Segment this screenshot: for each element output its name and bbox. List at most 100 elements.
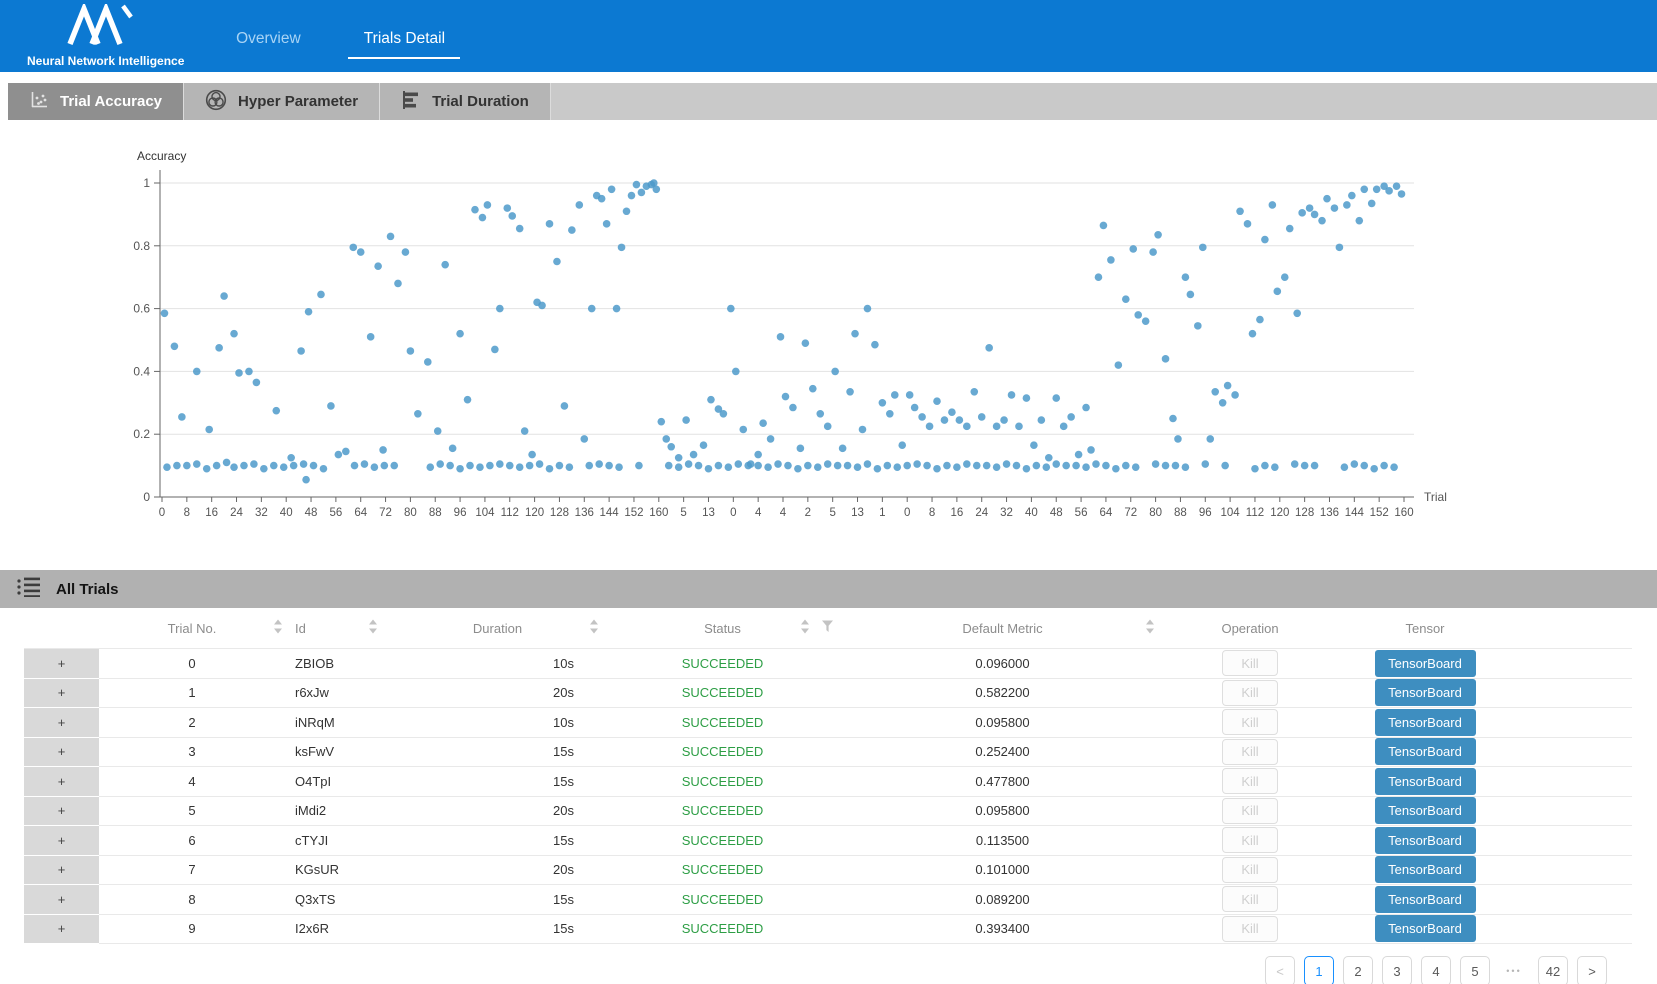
- page-button-3[interactable]: 3: [1382, 956, 1412, 984]
- expand-row-button[interactable]: +: [24, 679, 99, 709]
- scatter-point: [402, 248, 410, 256]
- page-button-1[interactable]: 1: [1304, 956, 1334, 984]
- page-button-4[interactable]: 4: [1421, 956, 1451, 984]
- filler-cell: [1510, 826, 1632, 856]
- status-cell: SUCCEEDED: [600, 797, 845, 827]
- scatter-point: [623, 207, 631, 215]
- x-tick-label: 160: [1394, 507, 1413, 519]
- expand-row-button[interactable]: +: [24, 797, 99, 827]
- sort-icon[interactable]: [801, 620, 809, 637]
- expand-row-button[interactable]: +: [24, 708, 99, 738]
- expand-row-button[interactable]: +: [24, 738, 99, 768]
- expand-row-button[interactable]: +: [24, 767, 99, 797]
- tensorboard-button[interactable]: TensorBoard: [1375, 650, 1476, 677]
- scatter-point: [305, 308, 313, 316]
- tensorboard-button[interactable]: TensorBoard: [1375, 856, 1476, 883]
- expand-row-button[interactable]: +: [24, 915, 99, 945]
- scatter-point: [618, 244, 626, 252]
- tensorboard-button[interactable]: TensorBoard: [1375, 679, 1476, 706]
- col-label: Status: [704, 621, 741, 636]
- duration-cell: 15s: [395, 767, 600, 797]
- scatter-point: [335, 451, 343, 459]
- col-duration[interactable]: Duration: [395, 621, 600, 636]
- sort-icon[interactable]: [1146, 620, 1154, 637]
- scatter-point: [926, 423, 934, 431]
- tensorboard-button[interactable]: TensorBoard: [1375, 768, 1476, 795]
- filler-cell: [1510, 885, 1632, 915]
- x-tick-label: 64: [1100, 507, 1113, 519]
- table-row: +9I2x6R15sSUCCEEDED0.393400KillTensorBoa…: [24, 915, 1632, 945]
- pagination-ellipsis[interactable]: •••: [1499, 956, 1529, 984]
- tensorboard-button[interactable]: TensorBoard: [1375, 915, 1476, 942]
- page-button-2[interactable]: 2: [1343, 956, 1373, 984]
- accuracy-scatter-chart[interactable]: Accuracy00.20.40.60.81081624324048566472…: [0, 140, 1657, 520]
- col-id[interactable]: Id: [285, 621, 395, 636]
- filler-cell: [1510, 679, 1632, 709]
- col-label: Default Metric: [962, 621, 1042, 636]
- scatter-point: [727, 305, 735, 313]
- scatter-point: [759, 419, 767, 427]
- brand-text: Neural Network Intelligence: [27, 54, 184, 68]
- page-button-5[interactable]: 5: [1460, 956, 1490, 984]
- x-tick-label: 96: [454, 507, 467, 519]
- col-trial-no[interactable]: Trial No.: [99, 621, 285, 636]
- col-default-metric[interactable]: Default Metric: [845, 621, 1160, 636]
- scatter-point: [1286, 225, 1294, 233]
- scatter-point: [205, 426, 213, 434]
- all-trials-title: All Trials: [56, 581, 119, 598]
- scatter-point: [215, 344, 223, 352]
- scatter-point: [941, 416, 949, 424]
- page-button-42[interactable]: 42: [1538, 956, 1568, 984]
- scatter-point: [1000, 416, 1008, 424]
- col-status[interactable]: Status: [600, 621, 845, 636]
- tensorboard-button[interactable]: TensorBoard: [1375, 886, 1476, 913]
- expand-row-button[interactable]: +: [24, 826, 99, 856]
- col-label: Operation: [1221, 621, 1278, 636]
- tab-trial-duration[interactable]: Trial Duration: [380, 83, 551, 120]
- tensorboard-button[interactable]: TensorBoard: [1375, 797, 1476, 824]
- x-tick-label: 32: [1000, 507, 1013, 519]
- next-page-button[interactable]: >: [1577, 956, 1607, 984]
- scatter-point: [1182, 273, 1190, 281]
- tensorboard-button[interactable]: TensorBoard: [1375, 827, 1476, 854]
- scatter-point: [327, 402, 335, 410]
- metric-cell: 0.252400: [845, 738, 1160, 768]
- sort-icon[interactable]: [590, 620, 598, 637]
- scatter-point: [426, 463, 434, 471]
- x-tick-label: 144: [600, 507, 620, 519]
- scatter-point: [993, 423, 1001, 431]
- tab-overview[interactable]: Overview: [212, 30, 324, 59]
- scatter-point: [633, 181, 641, 189]
- expand-row-button[interactable]: +: [24, 856, 99, 886]
- expand-row-button[interactable]: +: [24, 649, 99, 679]
- sort-icon[interactable]: [369, 620, 377, 637]
- tensorboard-button[interactable]: TensorBoard: [1375, 738, 1476, 765]
- scatter-point: [1082, 404, 1090, 412]
- trial-id-cell: ksFwV: [285, 738, 395, 768]
- expand-row-button[interactable]: +: [24, 885, 99, 915]
- x-tick-label: 0: [730, 507, 736, 519]
- scatter-point: [223, 459, 231, 467]
- scatter-point: [387, 233, 395, 241]
- venn-circles-icon: [205, 89, 227, 115]
- filter-icon[interactable]: [822, 621, 833, 636]
- status-cell: SUCCEEDED: [600, 885, 845, 915]
- scatter-point: [891, 391, 899, 399]
- sort-icon[interactable]: [274, 620, 282, 637]
- tab-hyper-parameter[interactable]: Hyper Parameter: [184, 83, 380, 120]
- scatter-point: [479, 214, 487, 222]
- tensor-cell: TensorBoard: [1340, 649, 1510, 679]
- table-row: +8Q3xTS15sSUCCEEDED0.089200KillTensorBoa…: [24, 885, 1632, 915]
- tensorboard-button[interactable]: TensorBoard: [1375, 709, 1476, 736]
- x-tick-label: 13: [702, 507, 715, 519]
- scatter-point: [690, 451, 698, 459]
- tab-trial-accuracy[interactable]: Trial Accuracy: [8, 83, 184, 120]
- scatter-point: [963, 460, 971, 468]
- scatter-point: [496, 460, 504, 468]
- tab-trials-detail[interactable]: Trials Detail: [348, 30, 460, 59]
- scatter-point: [253, 379, 261, 387]
- scatter-point: [1087, 446, 1095, 454]
- scatter-point: [161, 310, 169, 318]
- duration-cell: 10s: [395, 708, 600, 738]
- duration-cell: 10s: [395, 649, 600, 679]
